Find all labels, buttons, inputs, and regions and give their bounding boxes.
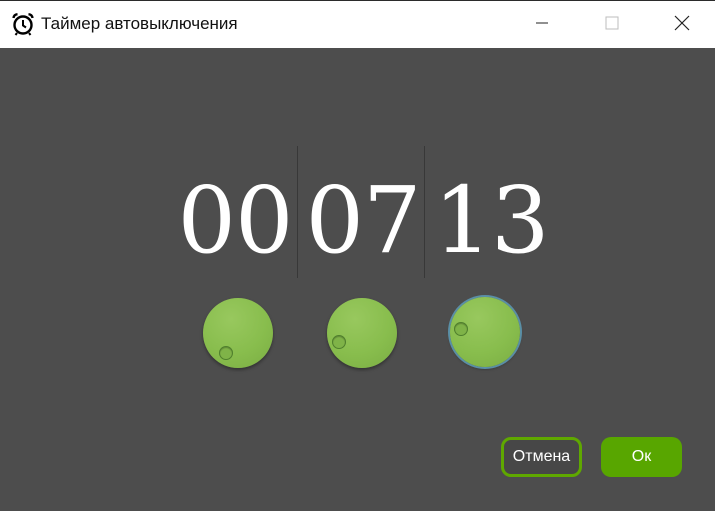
divider xyxy=(424,146,425,278)
alarm-clock-icon xyxy=(11,12,35,36)
seconds-display: 13 xyxy=(433,167,549,274)
timer-window: Таймер автовыключения 00 07 13 Отмена Ок xyxy=(0,0,715,511)
ok-button[interactable]: Ок xyxy=(601,437,682,477)
seconds-dial-knob[interactable] xyxy=(454,322,468,336)
hours-dial-knob[interactable] xyxy=(219,346,233,360)
minutes-display: 07 xyxy=(305,167,421,274)
divider xyxy=(297,146,298,278)
maximize-button[interactable] xyxy=(589,1,635,48)
window-title: Таймер автовыключения xyxy=(41,14,238,33)
minimize-button[interactable] xyxy=(519,1,565,48)
minutes-dial[interactable] xyxy=(327,298,397,368)
hours-display: 00 xyxy=(177,167,293,274)
title-bar: Таймер автовыключения xyxy=(0,0,715,48)
minimize-icon xyxy=(535,15,549,34)
close-icon xyxy=(674,15,690,35)
close-button[interactable] xyxy=(659,1,705,48)
minutes-dial-knob[interactable] xyxy=(332,335,346,349)
cancel-button[interactable]: Отмена xyxy=(501,437,582,477)
timer-content: 00 07 13 Отмена Ок xyxy=(0,48,715,511)
seconds-dial[interactable] xyxy=(450,297,520,367)
hours-dial[interactable] xyxy=(203,298,273,368)
maximize-icon xyxy=(605,15,619,34)
